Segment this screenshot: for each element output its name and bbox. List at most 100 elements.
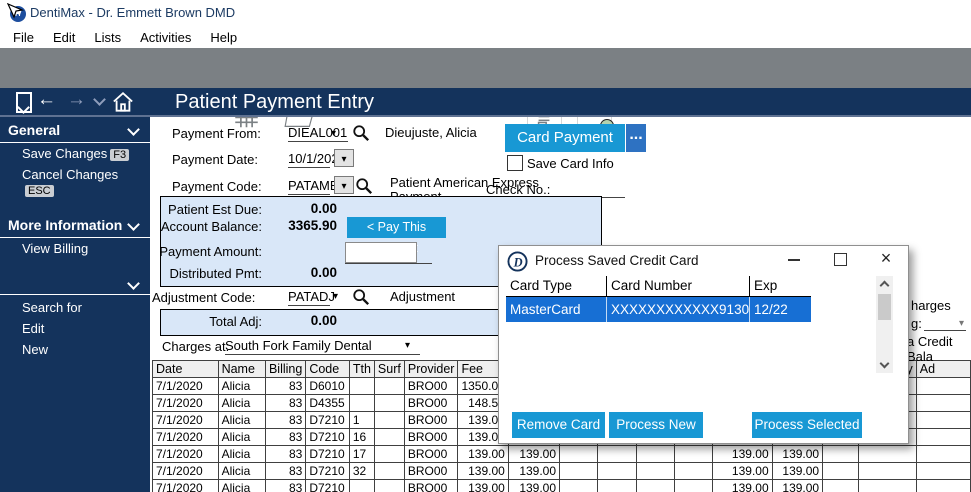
sidebar-item-search-for[interactable]: Search for [0, 297, 150, 318]
grid-cell: 7/1/2020 [152, 411, 219, 429]
clipped-text-g: g: [911, 316, 922, 331]
menu-edit[interactable]: Edit [48, 29, 80, 46]
close-button[interactable]: × [869, 246, 903, 272]
search-icon[interactable] [352, 288, 370, 311]
grid-cell: 7/1/2020 [152, 394, 219, 412]
payment-from-name: Dieujuste, Alicia [385, 125, 477, 140]
grid-cell: BRO00 [403, 479, 459, 492]
card-payment-button[interactable]: Card Payment [505, 124, 625, 152]
column-header: Tth [348, 360, 375, 378]
adjustment-code-field[interactable]: PATADJ [288, 288, 335, 306]
scrollbar[interactable] [876, 276, 893, 373]
column-header: Name [217, 360, 266, 378]
grid-cell: BRO00 [403, 377, 459, 395]
forward-arrow-icon[interactable]: → [67, 89, 86, 111]
grid-cell: 83 [264, 462, 307, 480]
minimize-button[interactable] [777, 246, 811, 272]
table-row[interactable]: 7/1/2020 Alicia 83 D7210 BRO00 139.00 139.00 13… [152, 479, 971, 492]
card-row-number[interactable]: XXXXXXXXXXXX9130 [606, 297, 749, 322]
sidebar-item-new[interactable]: New [0, 339, 150, 360]
grid-cell [915, 462, 971, 480]
check-no-label: Check No.: [486, 182, 551, 197]
table-row[interactable]: 7/1/2020 Alicia 83 D7210 17 BRO00 139.00 139.00… [152, 445, 971, 463]
payment-code-field[interactable]: PATAMEX [288, 177, 347, 195]
search-icon[interactable] [352, 124, 370, 147]
grid-cell: 83 [264, 394, 307, 412]
sidebar-section-collapsed[interactable] [0, 271, 150, 295]
payment-date-field[interactable]: 10/1/2020 [288, 150, 346, 168]
grid-cell [373, 445, 405, 463]
save-card-info-label: Save Card Info [527, 156, 614, 171]
app-icon [7, 3, 26, 22]
dropdown-arrow-icon[interactable]: ▾ [333, 291, 338, 302]
distributed-pmt-value: 0.00 [310, 265, 337, 280]
save-card-info-checkbox[interactable] [507, 155, 523, 171]
payment-date-dropdown[interactable]: ▾ [334, 149, 354, 167]
payment-amount-underline [345, 263, 432, 264]
home-icon[interactable] [112, 91, 134, 117]
sidebar-item-cancel-changes[interactable]: Cancel ChangesESC [0, 164, 150, 200]
grid-cell: 83 [264, 445, 307, 463]
payment-from-label: Payment From: [172, 126, 261, 141]
grid-cell: 16 [348, 428, 375, 446]
toolbar: DentiMax Rx $ $ [0, 48, 971, 140]
grid-cell [915, 377, 971, 395]
menu-lists[interactable]: Lists [89, 29, 126, 46]
grid-cell: 17 [348, 445, 375, 463]
remove-card-button[interactable]: Remove Card [512, 412, 605, 438]
scroll-down-icon[interactable] [879, 358, 890, 369]
grid-cell: 139.00 [507, 445, 561, 463]
grid-cell [915, 479, 971, 492]
process-selected-button[interactable]: Process Selected [752, 412, 862, 438]
grid-cell [373, 411, 405, 429]
grid-cell: D7210 [305, 411, 350, 429]
card-row-exp[interactable]: 12/22 [749, 297, 811, 322]
grid-cell [635, 445, 676, 463]
dropdown-arrow-icon[interactable]: ▾ [331, 128, 336, 139]
card-payment-more-button[interactable]: ... [626, 124, 646, 152]
payment-code-dropdown[interactable]: ▾ [334, 176, 354, 194]
dropdown-arrow-icon[interactable]: ▾ [405, 340, 410, 351]
grid-cell: BRO00 [403, 428, 459, 446]
grid-cell [348, 377, 375, 395]
menu-help[interactable]: Help [205, 29, 242, 46]
sidebar-section-more-information[interactable]: More Information [0, 212, 150, 238]
chevron-down-icon [127, 123, 140, 136]
grid-cell [858, 445, 917, 463]
sidebar-item-save-changes[interactable]: Save Changes F3 [0, 143, 150, 164]
payment-amount-input[interactable] [345, 242, 417, 263]
menu-activities[interactable]: Activities [135, 29, 196, 46]
pay-this-amount-button[interactable]: < Pay This Amount [347, 217, 446, 255]
column-header-card-number: Card Number [606, 276, 749, 297]
card-row-type[interactable]: MasterCard [506, 297, 606, 322]
grid-cell: 139.00 [457, 445, 509, 463]
grid-cell: 139.00 [771, 462, 824, 480]
sidebar-item-edit[interactable]: Edit [0, 318, 150, 339]
grid-cell: 139.00 [712, 445, 773, 463]
chevron-down-icon [127, 277, 140, 290]
grid-cell: 83 [264, 377, 307, 395]
grid-cell: D7210 [305, 479, 350, 492]
account-balance-value: 3365.90 [288, 218, 337, 233]
grid-cell [373, 479, 405, 492]
table-row[interactable]: 7/1/2020 Alicia 83 D7210 32 BRO00 139.00 139.00… [152, 462, 971, 480]
total-adj-value: 0.00 [310, 313, 337, 328]
adjustment-code-label: Adjustment Code: [152, 290, 256, 305]
menu-file[interactable]: File [8, 29, 39, 46]
process-new-button[interactable]: Process New [609, 412, 703, 438]
charges-at-dropdown[interactable]: South Fork Family Dental [225, 337, 420, 355]
grid-cell [822, 479, 860, 492]
scrollbar-thumb[interactable] [878, 294, 891, 320]
back-arrow-icon[interactable]: ← [37, 89, 56, 111]
grid-cell: Alicia [217, 377, 266, 395]
grid-cell: BRO00 [403, 462, 459, 480]
page-header-bar [0, 88, 971, 117]
sidebar-section-general[interactable]: General [0, 117, 150, 143]
payment-from-field[interactable]: DIEAL001 [288, 124, 348, 142]
sidebar-item-view-billing[interactable]: View Billing [0, 238, 150, 259]
grid-cell: 7/1/2020 [152, 428, 219, 446]
maximize-button[interactable] [823, 246, 857, 272]
clipped-text-charges: harges [911, 298, 951, 313]
grid-cell [858, 462, 917, 480]
scroll-up-icon[interactable] [879, 280, 890, 291]
